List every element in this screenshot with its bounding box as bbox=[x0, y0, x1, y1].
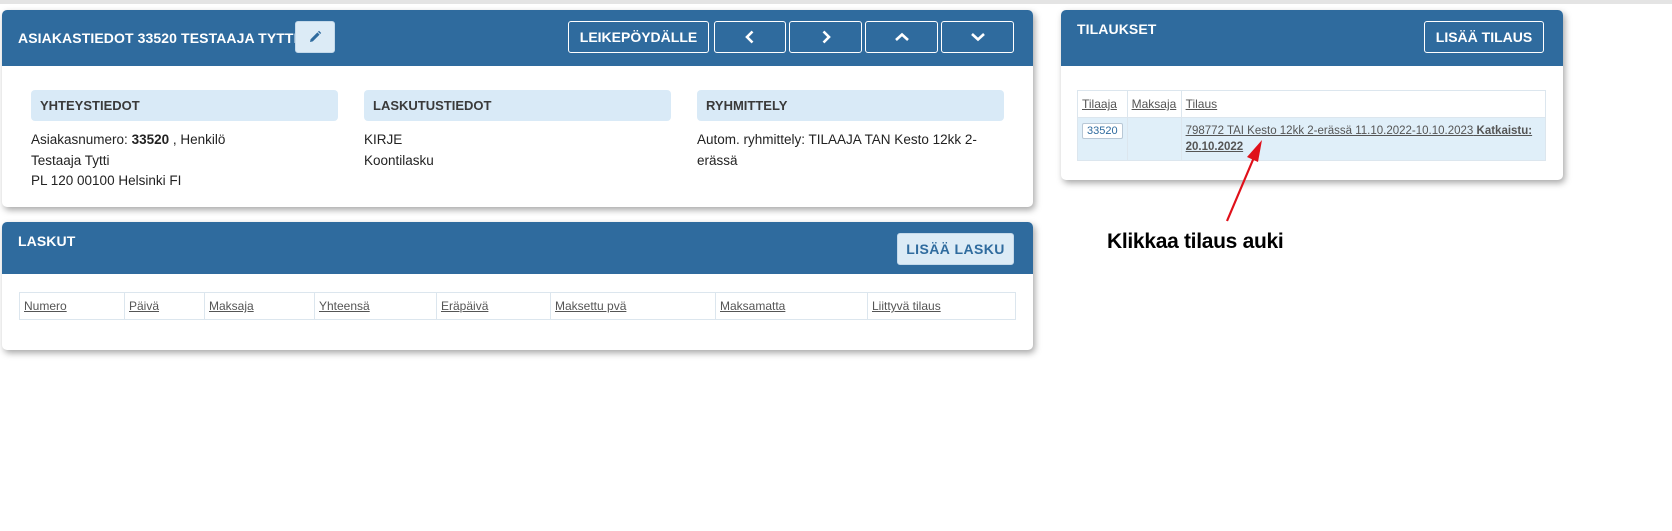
annotation-arrow bbox=[1225, 140, 1262, 222]
annotation-text: Klikkaa tilaus auki bbox=[1107, 230, 1284, 253]
